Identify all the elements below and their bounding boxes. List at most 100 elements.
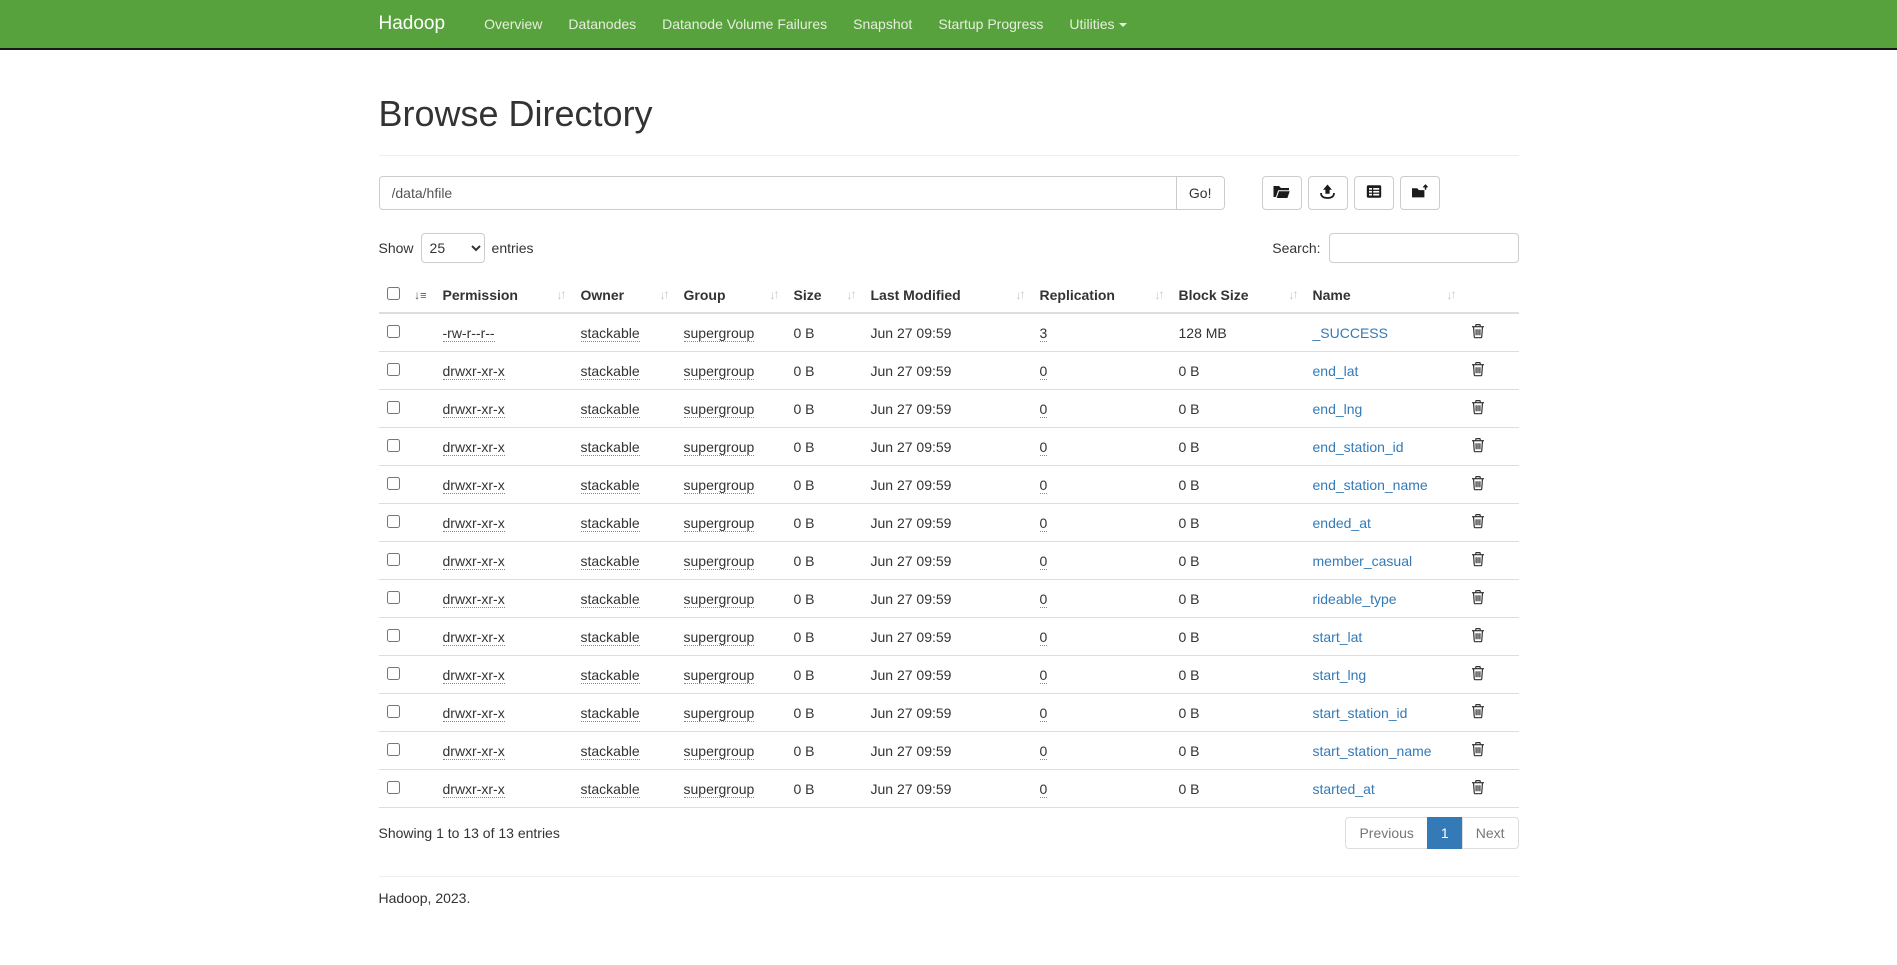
group-value[interactable]: supergroup [684,477,755,494]
permission-value[interactable]: drwxr-xr-x [443,553,505,570]
navbar-item[interactable]: Overview [471,0,555,48]
group-value[interactable]: supergroup [684,629,755,646]
delete-button[interactable] [1471,513,1485,532]
navbar-item[interactable]: Datanodes [555,0,649,48]
replication-value[interactable]: 0 [1040,743,1048,760]
pagination-previous[interactable]: Previous [1345,817,1427,849]
replication-value[interactable]: 0 [1040,781,1048,798]
replication-value[interactable]: 0 [1040,705,1048,722]
permission-value[interactable]: drwxr-xr-x [443,743,505,760]
page-size-select[interactable]: 25 [421,233,485,263]
directory-path-input[interactable] [379,176,1177,210]
row-checkbox[interactable] [387,325,400,338]
file-name-link[interactable]: start_lat [1313,629,1363,645]
delete-button[interactable] [1471,361,1485,380]
row-checkbox[interactable] [387,363,400,376]
pagination-page-1[interactable]: 1 [1428,817,1463,849]
group-value[interactable]: supergroup [684,553,755,570]
navbar-link[interactable]: Overview [471,16,555,32]
header-block-size[interactable]: Block Size↓↑ [1171,278,1305,313]
file-name-link[interactable]: end_station_name [1313,477,1428,493]
owner-value[interactable]: stackable [581,591,640,608]
create-directory-button[interactable] [1262,176,1302,210]
owner-value[interactable]: stackable [581,553,640,570]
header-size[interactable]: Size↓↑ [786,278,863,313]
owner-value[interactable]: stackable [581,401,640,418]
replication-value[interactable]: 0 [1040,401,1048,418]
owner-value[interactable]: stackable [581,325,640,342]
file-name-link[interactable]: started_at [1313,781,1375,797]
file-name-link[interactable]: end_station_id [1313,439,1404,455]
row-checkbox[interactable] [387,515,400,528]
move-to-folder-button[interactable] [1400,176,1440,210]
header-replication[interactable]: Replication↓↑ [1032,278,1171,313]
navbar-link[interactable]: Datanode Volume Failures [649,16,840,32]
file-name-link[interactable]: end_lat [1313,363,1359,379]
owner-value[interactable]: stackable [581,477,640,494]
navbar-link[interactable]: Startup Progress [925,16,1056,32]
delete-button[interactable] [1471,399,1485,418]
file-name-link[interactable]: ended_at [1313,515,1371,531]
navbar-item[interactable]: Snapshot [840,0,925,48]
permission-value[interactable]: drwxr-xr-x [443,705,505,722]
group-value[interactable]: supergroup [684,439,755,456]
permission-value[interactable]: drwxr-xr-x [443,629,505,646]
owner-value[interactable]: stackable [581,439,640,456]
delete-button[interactable] [1471,779,1485,798]
header-owner[interactable]: Owner↓↑ [573,278,676,313]
group-value[interactable]: supergroup [684,401,755,418]
replication-value[interactable]: 0 [1040,667,1048,684]
group-value[interactable]: supergroup [684,705,755,722]
file-name-link[interactable]: end_lng [1313,401,1363,417]
navbar-link[interactable]: Datanodes [555,16,649,32]
header-group[interactable]: Group↓↑ [676,278,786,313]
row-checkbox[interactable] [387,439,400,452]
replication-value[interactable]: 0 [1040,515,1048,532]
select-all-checkbox[interactable] [387,287,400,300]
replication-value[interactable]: 0 [1040,439,1048,456]
file-name-link[interactable]: rideable_type [1313,591,1397,607]
row-checkbox[interactable] [387,553,400,566]
group-value[interactable]: supergroup [684,515,755,532]
row-checkbox[interactable] [387,743,400,756]
owner-value[interactable]: stackable [581,363,640,380]
owner-value[interactable]: stackable [581,515,640,532]
replication-value[interactable]: 0 [1040,363,1048,380]
group-value[interactable]: supergroup [684,743,755,760]
owner-value[interactable]: stackable [581,667,640,684]
delete-button[interactable] [1471,551,1485,570]
delete-button[interactable] [1471,437,1485,456]
replication-value[interactable]: 0 [1040,553,1048,570]
file-name-link[interactable]: member_casual [1313,553,1413,569]
navbar-link[interactable]: Snapshot [840,16,925,32]
navbar-item[interactable]: Startup Progress [925,0,1056,48]
pagination-next[interactable]: Next [1463,817,1519,849]
row-checkbox[interactable] [387,629,400,642]
permission-value[interactable]: drwxr-xr-x [443,363,505,380]
file-name-link[interactable]: _SUCCESS [1313,325,1388,341]
navbar-brand[interactable]: Hadoop [379,13,446,35]
row-checkbox[interactable] [387,591,400,604]
delete-button[interactable] [1471,589,1485,608]
permission-value[interactable]: drwxr-xr-x [443,439,505,456]
permission-value[interactable]: -rw-r--r-- [443,325,495,342]
delete-button[interactable] [1471,627,1485,646]
replication-value[interactable]: 0 [1040,629,1048,646]
permission-value[interactable]: drwxr-xr-x [443,401,505,418]
navbar-item[interactable]: Datanode Volume Failures [649,0,840,48]
file-name-link[interactable]: start_station_name [1313,743,1432,759]
delete-button[interactable] [1471,323,1485,342]
owner-value[interactable]: stackable [581,629,640,646]
delete-button[interactable] [1471,475,1485,494]
replication-value[interactable]: 0 [1040,477,1048,494]
permission-value[interactable]: drwxr-xr-x [443,477,505,494]
permission-value[interactable]: drwxr-xr-x [443,667,505,684]
header-select-all[interactable]: ↓≡ [379,278,435,313]
owner-value[interactable]: stackable [581,743,640,760]
delete-button[interactable] [1471,665,1485,684]
row-checkbox[interactable] [387,401,400,414]
group-value[interactable]: supergroup [684,363,755,380]
delete-button[interactable] [1471,741,1485,760]
delete-button[interactable] [1471,703,1485,722]
group-value[interactable]: supergroup [684,325,755,342]
